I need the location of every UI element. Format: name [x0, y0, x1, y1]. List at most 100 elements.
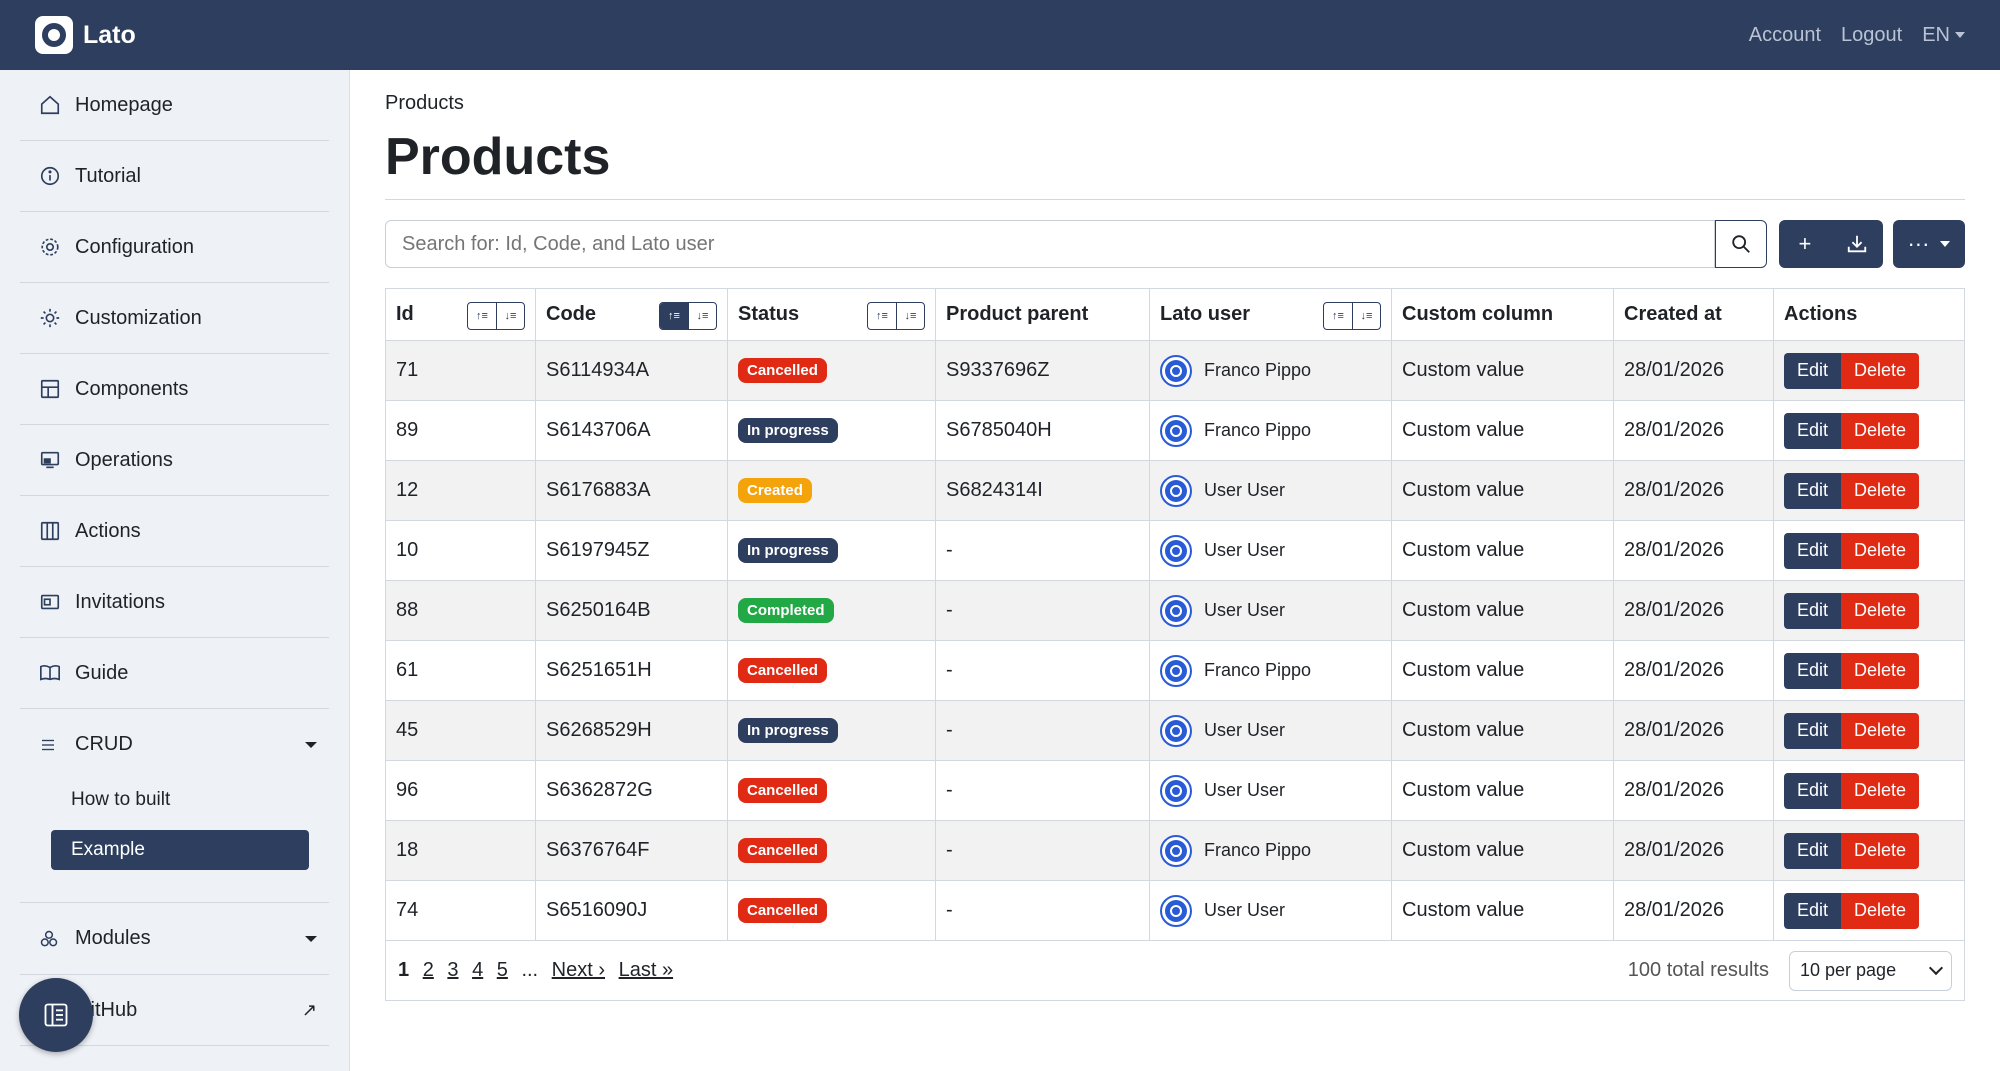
next-page-link[interactable]: Next ›	[552, 959, 605, 981]
edit-button[interactable]: Edit	[1784, 892, 1842, 929]
brand-name: Lato	[83, 20, 136, 49]
caret-down-icon	[1955, 32, 1965, 39]
more-options-button[interactable]: ···	[1892, 220, 1965, 268]
user-name: Franco Pippo	[1204, 420, 1312, 440]
table-footer: 1 2 3 4 5 ... Next › Last » 100 total re…	[385, 941, 1965, 1001]
download-button[interactable]	[1831, 220, 1883, 268]
delete-button[interactable]: Delete	[1841, 352, 1920, 389]
language-dropdown[interactable]: EN	[1922, 24, 1965, 47]
sort-asc-icon[interactable]: ↑≡	[660, 303, 688, 329]
per-page-select[interactable]: 10 per page	[1789, 950, 1952, 991]
search-input[interactable]	[385, 220, 1715, 268]
sidebar-item-invitations[interactable]: Invitations	[20, 567, 329, 638]
edit-button[interactable]: Edit	[1784, 472, 1842, 509]
edit-button[interactable]: Edit	[1784, 592, 1842, 629]
sidebar-item-operations[interactable]: Operations	[20, 425, 329, 496]
sidebar-item-customization[interactable]: Customization	[20, 283, 329, 354]
sort-asc-icon[interactable]: ↑≡	[1324, 303, 1352, 329]
cell-status: Cancelled	[727, 820, 936, 881]
cell-product-parent: S6785040H	[935, 400, 1150, 461]
cell-actions: Edit Delete	[1773, 700, 1965, 761]
cell-id: 96	[385, 760, 536, 821]
top-navbar: Lato Account Logout EN	[0, 0, 2000, 70]
sidebar-subitem-example[interactable]: Example	[51, 830, 309, 870]
edit-button[interactable]: Edit	[1784, 532, 1842, 569]
status-badge: In progress	[738, 718, 838, 743]
cell-custom-column: Custom value	[1391, 400, 1614, 461]
column-header-id: Id ↑≡ ↓≡	[385, 288, 536, 341]
delete-button[interactable]: Delete	[1841, 592, 1920, 629]
sidebar-item-guide[interactable]: Guide	[20, 638, 329, 709]
document-list-icon	[44, 1003, 68, 1027]
page-link-2[interactable]: 2	[423, 959, 434, 981]
user-name: Franco Pippo	[1204, 660, 1312, 680]
edit-button[interactable]: Edit	[1784, 652, 1842, 689]
sort-controls: ↑≡ ↓≡	[467, 302, 525, 330]
add-button[interactable]: +	[1779, 220, 1831, 268]
status-badge: Cancelled	[738, 778, 827, 803]
edit-button[interactable]: Edit	[1784, 832, 1842, 869]
cell-lato-user: User User	[1149, 460, 1392, 521]
status-badge: Cancelled	[738, 358, 827, 383]
page-link-5[interactable]: 5	[497, 959, 508, 981]
sidebar-item-components[interactable]: Components	[20, 354, 329, 425]
sidebar-item-label: Homepage	[75, 93, 173, 116]
sidebar-item-modules[interactable]: Modules	[20, 903, 329, 974]
cell-status: Completed	[727, 580, 936, 641]
last-page-link[interactable]: Last »	[619, 959, 673, 981]
table-row: 71 S6114934A Cancelled S9337696Z Franco …	[385, 340, 1965, 401]
cell-actions: Edit Delete	[1773, 520, 1965, 581]
cell-code: S6251651H	[535, 640, 728, 701]
delete-button[interactable]: Delete	[1841, 412, 1920, 449]
delete-button[interactable]: Delete	[1841, 472, 1920, 509]
search-button[interactable]	[1715, 220, 1767, 268]
sort-desc-icon[interactable]: ↓≡	[896, 303, 924, 329]
sort-asc-icon[interactable]: ↑≡	[868, 303, 896, 329]
sidebar-item-actions[interactable]: Actions	[20, 496, 329, 567]
cell-created-at: 28/01/2026	[1613, 520, 1774, 581]
sidebar-item-configuration[interactable]: Configuration	[20, 212, 329, 283]
edit-button[interactable]: Edit	[1784, 712, 1842, 749]
cell-created-at: 28/01/2026	[1613, 820, 1774, 881]
sidebar-group-crud: CRUD How to built Example	[20, 709, 329, 903]
delete-button[interactable]: Delete	[1841, 892, 1920, 929]
sort-desc-icon[interactable]: ↓≡	[1352, 303, 1380, 329]
logout-link[interactable]: Logout	[1841, 24, 1902, 47]
brand[interactable]: Lato	[35, 16, 136, 54]
edit-button[interactable]: Edit	[1784, 412, 1842, 449]
delete-button[interactable]: Delete	[1841, 712, 1920, 749]
sidebar-item-label: Invitations	[75, 590, 166, 613]
table-row: 96 S6362872G Cancelled - User User Custo…	[385, 760, 1965, 821]
cell-custom-column: Custom value	[1391, 880, 1614, 941]
delete-button[interactable]: Delete	[1841, 532, 1920, 569]
cell-custom-column: Custom value	[1391, 640, 1614, 701]
sort-desc-icon[interactable]: ↓≡	[496, 303, 524, 329]
user-avatar-icon	[1160, 594, 1192, 627]
external-link-icon: ↗	[301, 999, 317, 1020]
cell-custom-column: Custom value	[1391, 340, 1614, 401]
cell-lato-user: User User	[1149, 520, 1392, 581]
sidebar-subitem-how-to-built[interactable]: How to built	[51, 780, 309, 820]
floating-menu-button[interactable]	[19, 978, 93, 1052]
delete-button[interactable]: Delete	[1841, 832, 1920, 869]
sidebar-item-homepage[interactable]: Homepage	[20, 70, 329, 141]
user-name: User User	[1204, 600, 1286, 620]
header-label: Code	[546, 303, 596, 325]
cell-product-parent: -	[935, 700, 1150, 761]
delete-button[interactable]: Delete	[1841, 652, 1920, 689]
edit-button[interactable]: Edit	[1784, 352, 1842, 389]
breadcrumb[interactable]: Products	[385, 92, 1965, 115]
current-page: 1	[398, 959, 410, 981]
page-link-3[interactable]: 3	[447, 959, 458, 981]
cell-status: In progress	[727, 700, 936, 761]
edit-button[interactable]: Edit	[1784, 772, 1842, 809]
caret-down-icon	[1940, 241, 1951, 247]
sidebar-item-crud[interactable]: CRUD	[20, 709, 329, 780]
sort-asc-icon[interactable]: ↑≡	[468, 303, 496, 329]
delete-button[interactable]: Delete	[1841, 772, 1920, 809]
account-link[interactable]: Account	[1749, 24, 1821, 47]
sidebar-item-label: Operations	[75, 448, 173, 471]
page-link-4[interactable]: 4	[472, 959, 483, 981]
sidebar-item-tutorial[interactable]: Tutorial	[20, 141, 329, 212]
sort-desc-icon[interactable]: ↓≡	[688, 303, 716, 329]
